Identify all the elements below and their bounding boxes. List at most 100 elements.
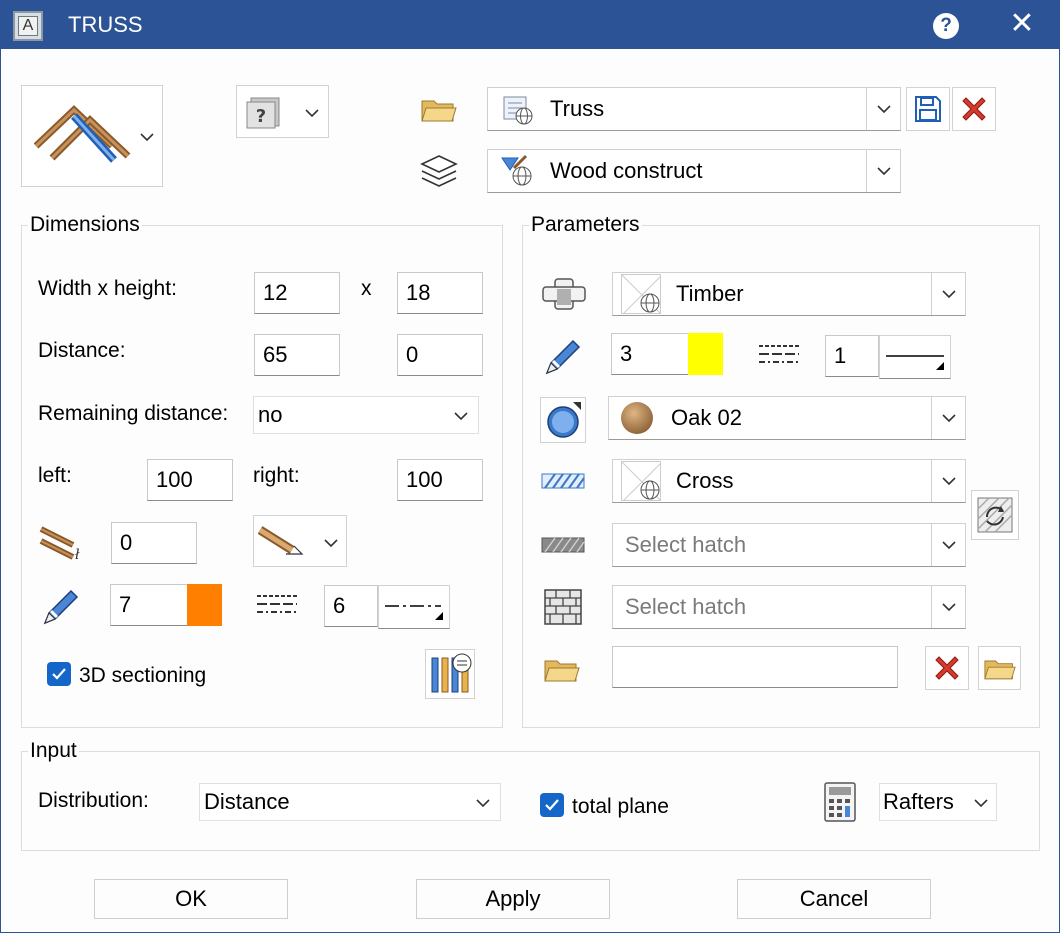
hatch-gray-icon [541, 537, 585, 553]
material-combo[interactable]: Timber [612, 272, 966, 316]
surface-button[interactable] [540, 397, 586, 443]
distribution-combo[interactable]: Distance [199, 783, 501, 821]
surface-combo[interactable]: Oak 02 [608, 396, 966, 440]
offset-icon: ł [39, 526, 80, 563]
input-group-title: Input [28, 739, 79, 763]
section-settings-button[interactable] [425, 649, 475, 699]
apply-button[interactable]: Apply [416, 879, 610, 919]
favorite-value: Truss [550, 96, 605, 121]
favorite-combo[interactable]: Truss [487, 87, 901, 131]
total-plane-label: total plane [572, 795, 669, 818]
width-input[interactable]: 12 [254, 272, 340, 314]
info-dropdown[interactable]: ? [236, 85, 329, 138]
remaining-distance-combo[interactable]: no [253, 396, 479, 434]
layers-icon[interactable] [419, 153, 459, 191]
material-dropdown-button[interactable] [931, 273, 965, 315]
pen-icon[interactable] [41, 585, 81, 627]
chevron-down-icon [876, 167, 891, 176]
surface-sphere-icon [547, 402, 581, 438]
surface-dropdown-button[interactable] [931, 397, 965, 439]
pen-thickness-input[interactable]: 7 [110, 584, 188, 626]
svg-text:ł: ł [75, 547, 80, 563]
calculator-icon[interactable] [823, 781, 857, 823]
folder-icon[interactable] [421, 97, 457, 123]
browse-file-button[interactable] [978, 646, 1021, 690]
chevron-down-icon [876, 105, 891, 114]
height-input[interactable]: 18 [397, 272, 483, 314]
remaining-distance-value: no [258, 402, 283, 427]
oak-texture-icon [621, 402, 653, 434]
hatch-blue-icon [541, 473, 585, 489]
parameters-line-style-dropdown[interactable] [879, 335, 951, 379]
app-icon: A [13, 11, 43, 41]
hatch-2-dropdown-button[interactable] [931, 524, 965, 566]
parameters-line-type-input[interactable]: 1 [825, 335, 879, 377]
truss-dialog: A TRUSS ? ✕ ? Truss Wood construct Dimen… [0, 0, 1060, 933]
truss-type-button[interactable] [21, 85, 163, 187]
hatch-combo-1[interactable]: Cross [612, 459, 966, 503]
cancel-button[interactable]: Cancel [737, 879, 931, 919]
dash-dot-line-icon [385, 605, 443, 620]
slope-angle-icon [258, 526, 304, 555]
hatch-1-value: Cross [676, 468, 734, 493]
layer-globe-icon [501, 154, 532, 186]
save-icon [915, 96, 941, 122]
hatch-3-dropdown-button[interactable] [931, 586, 965, 628]
x-label: x [361, 277, 372, 300]
layer-combo[interactable]: Wood construct [487, 149, 901, 193]
svg-text:?: ? [256, 106, 266, 127]
left-input[interactable]: 100 [147, 459, 233, 501]
layer-value: Wood construct [550, 158, 703, 183]
slope-type-dropdown[interactable] [253, 515, 347, 567]
chevron-down-icon [454, 412, 468, 421]
section-settings-icon [431, 653, 472, 693]
right-label: right: [253, 464, 300, 487]
chevron-down-icon [140, 133, 154, 142]
hatch-combo-2[interactable]: Select hatch [612, 523, 966, 567]
close-button[interactable]: ✕ [1007, 9, 1037, 39]
delete-x-icon [962, 97, 986, 121]
right-input[interactable]: 100 [397, 459, 483, 501]
material-thumbnail [621, 274, 661, 314]
distance-input-1[interactable]: 65 [254, 334, 340, 376]
parameters-pen-color-swatch[interactable] [688, 333, 723, 375]
pen-icon[interactable] [543, 335, 583, 377]
window-title: TRUSS [68, 12, 143, 37]
ok-button[interactable]: OK [94, 879, 288, 919]
line-style-dropdown[interactable] [378, 585, 450, 629]
question-box-icon: ? [246, 97, 280, 129]
brick-pattern-icon [544, 589, 582, 625]
help-button[interactable]: ? [933, 13, 959, 39]
total-plane-checkbox[interactable] [540, 793, 564, 817]
hatch-1-dropdown-button[interactable] [931, 460, 965, 502]
save-favorite-button[interactable] [906, 87, 950, 131]
checkmark-icon [545, 799, 559, 811]
rafters-combo[interactable]: Rafters [879, 783, 997, 821]
chevron-down-icon [941, 414, 956, 423]
chevron-down-icon [941, 477, 956, 486]
line-type-icon [257, 595, 297, 613]
pen-color-swatch[interactable] [187, 584, 222, 626]
distance-input-2[interactable]: 0 [397, 334, 483, 376]
hatch-rotate-button[interactable] [971, 490, 1019, 540]
delete-favorite-button[interactable] [952, 87, 996, 131]
chevron-down-icon [941, 603, 956, 612]
hatch-rotate-icon [977, 497, 1013, 533]
distribution-value: Distance [204, 789, 290, 814]
hatch-thumbnail [621, 461, 661, 501]
offset-input[interactable]: 0 [111, 522, 197, 564]
file-path-input[interactable] [612, 646, 898, 688]
parameters-pen-thickness-input[interactable]: 3 [611, 333, 689, 375]
line-type-input[interactable]: 6 [324, 585, 378, 627]
delete-x-icon [935, 656, 959, 680]
3d-sectioning-checkbox[interactable] [47, 662, 71, 686]
clear-file-button[interactable] [925, 646, 969, 690]
checkmark-icon [52, 668, 66, 680]
chevron-down-icon [324, 539, 338, 548]
hatch-combo-3[interactable]: Select hatch [612, 585, 966, 629]
width-height-label: Width x height: [38, 277, 177, 300]
folder-icon [984, 660, 1016, 680]
layer-dropdown-button[interactable] [866, 150, 900, 192]
hatch-3-placeholder: Select hatch [625, 594, 747, 619]
favorite-dropdown-button[interactable] [866, 88, 900, 130]
